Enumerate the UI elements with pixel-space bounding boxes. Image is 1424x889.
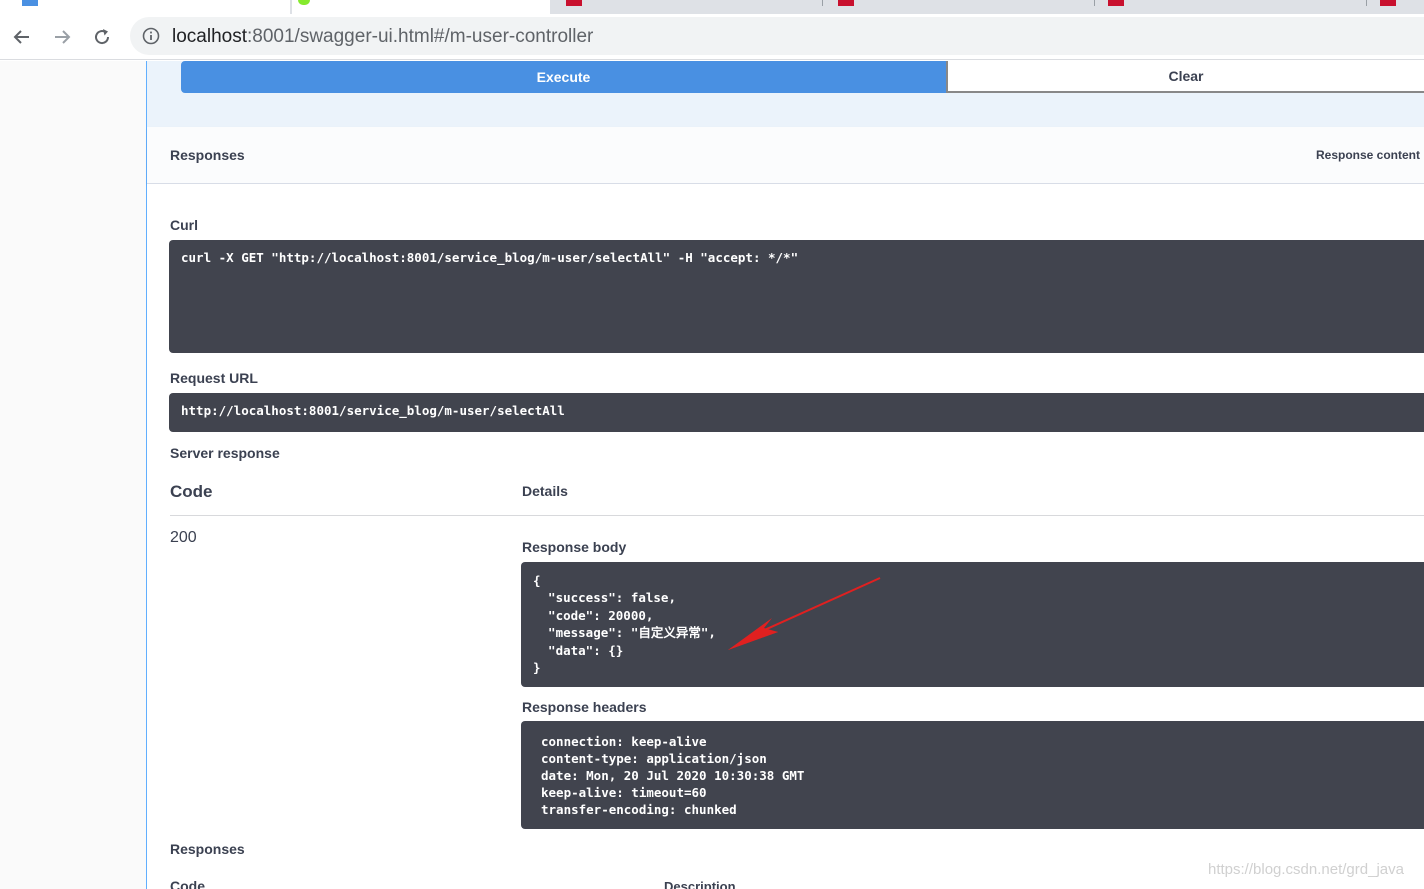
browser-tab[interactable] — [828, 0, 1092, 14]
forward-button[interactable] — [47, 22, 77, 52]
forward-arrow-icon — [55, 30, 71, 44]
address-bar[interactable]: localhost:8001/swagger-ui.html#/m-user-c… — [130, 17, 1424, 55]
url-path: :8001/swagger-ui.html#/m-user-controller — [247, 26, 594, 47]
browser-tab[interactable] — [1372, 0, 1424, 14]
response-headers-block[interactable]: connection: keep-alive content-type: app… — [521, 721, 1424, 829]
tab-separator — [1366, 0, 1367, 6]
csdn-favicon-icon — [1108, 0, 1124, 6]
curl-label: Curl — [170, 217, 198, 233]
curl-command-block[interactable]: curl -X GET "http://localhost:8001/servi… — [169, 240, 1424, 353]
tab-favicon-icon — [22, 0, 38, 6]
back-button[interactable] — [7, 22, 37, 52]
back-arrow-icon — [13, 30, 29, 44]
annotation-arrow-icon — [728, 577, 881, 650]
response-body-block[interactable]: { "success": false, "code": 20000, "mess… — [521, 562, 1424, 687]
browser-tab[interactable] — [1100, 0, 1364, 14]
code-column-header: Code — [170, 482, 213, 501]
tab-separator — [822, 0, 823, 6]
browser-toolbar: localhost:8001/swagger-ui.html#/m-user-c… — [0, 14, 1424, 60]
execute-button[interactable]: Execute — [181, 61, 946, 93]
info-icon[interactable] — [142, 27, 160, 45]
clear-button[interactable]: Clear — [946, 61, 1424, 93]
address-url[interactable]: localhost:8001/swagger-ui.html#/m-user-c… — [172, 26, 593, 48]
execute-wrapper: Execute Clear — [181, 61, 1424, 93]
watermark: https://blog.csdn.net/grd_java — [1208, 861, 1404, 878]
details-column-header: Details — [522, 483, 568, 499]
responses-code-column-header: Code — [170, 878, 205, 889]
tab-separator — [1094, 0, 1095, 6]
csdn-favicon-icon — [566, 0, 582, 6]
responses-section-title: Responses — [170, 841, 245, 857]
reload-icon — [95, 29, 110, 45]
table-divider — [170, 515, 1424, 516]
browser-tab-swagger[interactable] — [292, 0, 550, 14]
server-response-label: Server response — [170, 445, 280, 461]
response-body-label: Response body — [522, 539, 627, 555]
response-headers-label: Response headers — [522, 699, 647, 715]
response-status-code: 200 — [170, 529, 197, 546]
responses-header: Responses Response content — [147, 127, 1424, 184]
page-left-margin — [0, 61, 146, 889]
csdn-favicon-icon — [838, 0, 854, 6]
response-content-type-label: Response content — [1315, 148, 1420, 162]
swagger-favicon-icon — [298, 0, 310, 5]
responses-description-column-header: Description — [664, 879, 736, 889]
responses-title: Responses — [170, 147, 245, 163]
url-host: localhost — [172, 26, 247, 47]
browser-tab-strip — [0, 0, 1424, 14]
request-url-label: Request URL — [170, 370, 258, 386]
browser-tab[interactable] — [556, 0, 824, 14]
request-url-block[interactable]: http://localhost:8001/service_blog/m-use… — [169, 393, 1424, 432]
csdn-favicon-icon — [1380, 0, 1396, 6]
browser-tab[interactable] — [0, 0, 290, 14]
reload-button[interactable] — [87, 22, 117, 52]
